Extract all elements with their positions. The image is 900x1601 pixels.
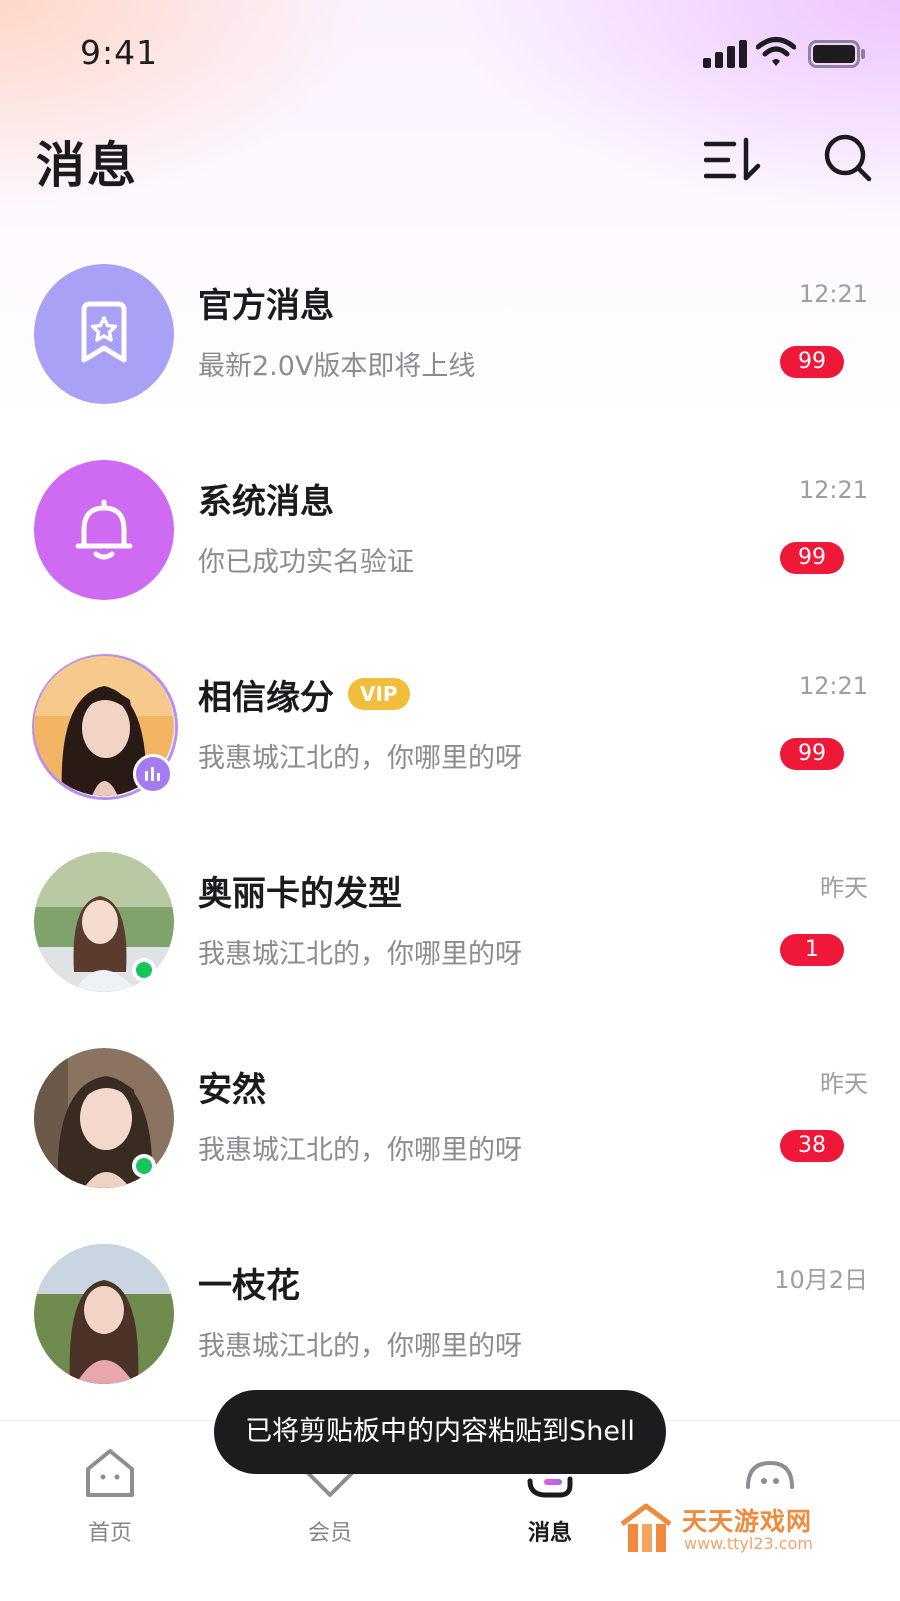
- conversation-row-user[interactable]: 安然 我惠城江北的，你哪里的呀 昨天 38: [0, 1042, 900, 1202]
- conversation-time: 10月2日: [774, 1266, 868, 1294]
- conversation-preview: 我惠城江北的，你哪里的呀: [198, 1331, 522, 1362]
- live-badge: [133, 754, 173, 794]
- conversation-time: 昨天: [820, 1070, 868, 1098]
- conversation-name: 相信缘分: [198, 678, 334, 718]
- unread-badge: 38: [780, 1130, 844, 1162]
- conversation-time: 12:21: [798, 476, 868, 504]
- avatar: [34, 460, 174, 600]
- avatar-photo: [34, 1244, 174, 1384]
- status-bar: 9:41: [0, 0, 900, 100]
- conversation-time: 12:21: [798, 280, 868, 308]
- tab-label: 首页: [87, 1521, 132, 1546]
- conversation-name: 安然: [198, 1070, 266, 1110]
- house-logo-icon: [620, 1503, 672, 1552]
- home-icon: [86, 1449, 134, 1497]
- audio-bars-icon: [145, 767, 160, 781]
- avatar: [34, 1244, 174, 1384]
- conversation-row-official[interactable]: 官方消息 最新2.0V版本即将上线 12:21 99: [0, 258, 900, 418]
- conversation-row-system[interactable]: 系统消息 你已成功实名验证 12:21 99: [0, 454, 900, 614]
- conversation-row-user[interactable]: 一枝花 我惠城江北的，你哪里的呀 10月2日: [0, 1238, 900, 1398]
- unread-badge: 99: [780, 346, 844, 378]
- conversation-time: 12:21: [798, 672, 868, 700]
- search-icon[interactable]: [822, 132, 874, 184]
- conversation-name: 官方消息: [198, 286, 334, 326]
- tab-label: 会员: [307, 1521, 352, 1546]
- bookmark-star-icon: [81, 301, 127, 363]
- unread-badge: 1: [780, 934, 844, 966]
- site-watermark: 天天游戏网 www.ttyl23.com: [614, 1500, 854, 1560]
- online-status-dot: [132, 958, 156, 982]
- conversation-name: 一枝花: [198, 1266, 300, 1306]
- watermark-title: 天天游戏网: [682, 1507, 813, 1536]
- page-title: 消息: [36, 137, 139, 194]
- conversation-time: 昨天: [820, 874, 868, 902]
- conversation-preview: 我惠城江北的，你哪里的呀: [198, 743, 522, 774]
- tab-label: 消息: [527, 1521, 572, 1546]
- conversation-preview: 最新2.0V版本即将上线: [198, 351, 476, 382]
- tab-home[interactable]: 首页: [40, 1441, 180, 1551]
- watermark-url: www.ttyl23.com: [684, 1534, 813, 1553]
- conversation-row-user[interactable]: 相信缘分 VIP 我惠城江北的，你哪里的呀 12:21 99: [0, 650, 900, 810]
- wifi-icon: [756, 37, 796, 66]
- unread-badge: 99: [780, 542, 844, 574]
- battery-icon: [808, 40, 865, 68]
- vip-badge: VIP: [348, 678, 410, 710]
- signal-icon: [703, 40, 747, 68]
- conversation-name: 系统消息: [198, 482, 334, 522]
- conversation-preview: 我惠城江北的，你哪里的呀: [198, 939, 522, 970]
- status-time: 9:41: [80, 33, 159, 72]
- conversation-name: 奥丽卡的发型: [198, 874, 402, 914]
- avatar: [34, 264, 174, 404]
- clipboard-toast: 已将剪贴板中的内容粘贴到Shell: [214, 1390, 666, 1474]
- unread-badge: 99: [780, 738, 844, 770]
- page-header: 消息: [0, 120, 900, 200]
- bell-icon: [75, 499, 133, 560]
- profile-icon: [746, 1460, 794, 1489]
- conversation-preview: 你已成功实名验证: [198, 547, 414, 578]
- sort-icon[interactable]: [704, 134, 764, 186]
- conversation-preview: 我惠城江北的，你哪里的呀: [198, 1135, 522, 1166]
- conversation-row-user[interactable]: 奥丽卡的发型 我惠城江北的，你哪里的呀 昨天 1: [0, 846, 900, 1006]
- online-status-dot: [132, 1154, 156, 1178]
